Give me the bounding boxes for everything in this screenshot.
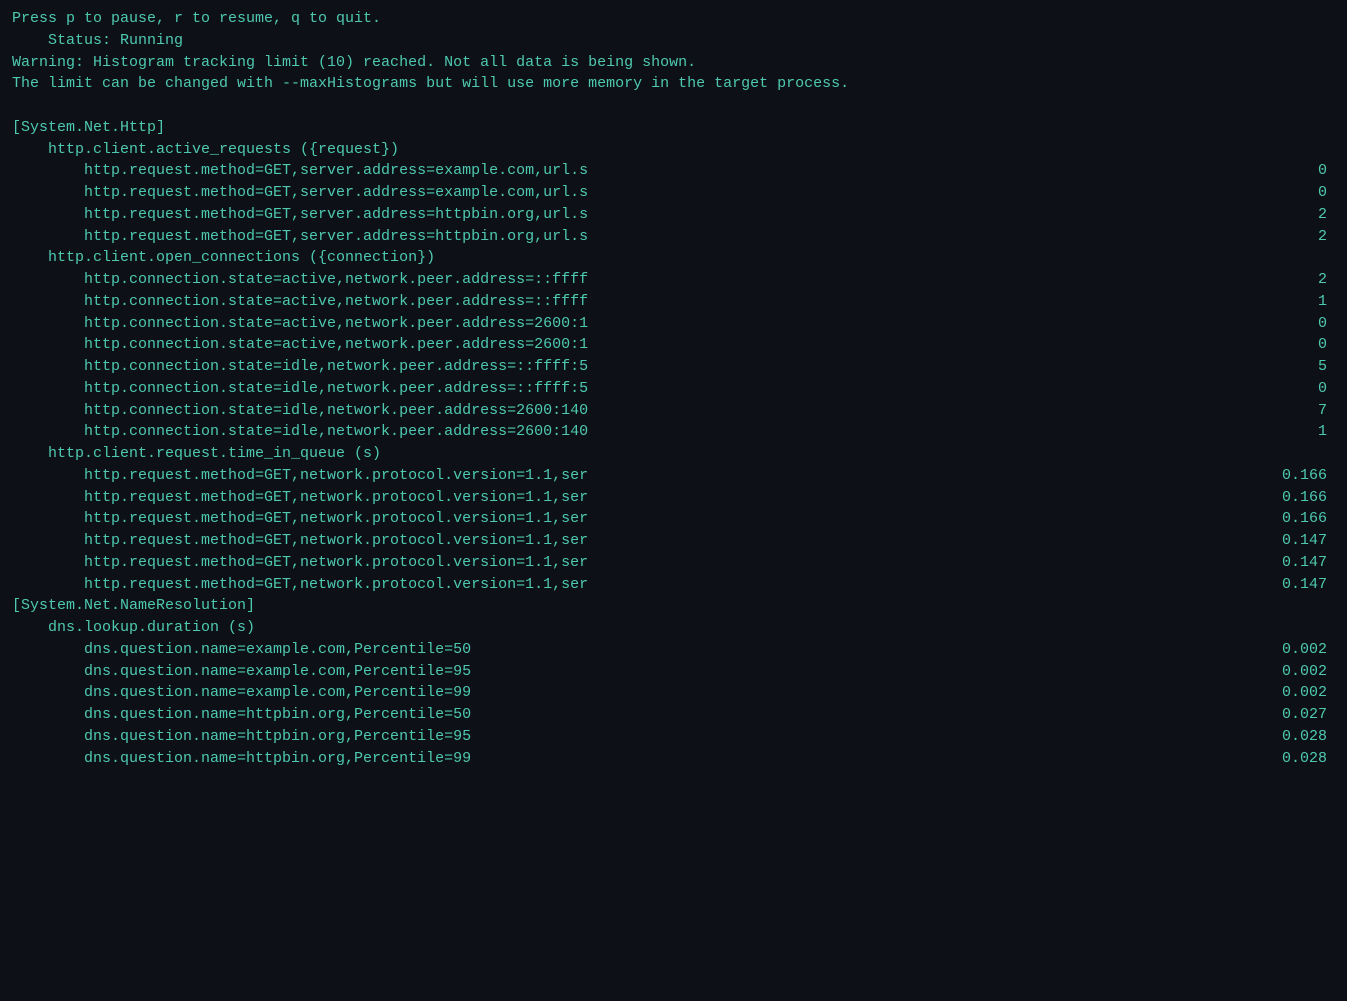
group-open-connections-label: http.client.open_connections ({connectio… — [12, 247, 1335, 269]
section-system-net-nameresolution: [System.Net.NameResolution] — [12, 595, 1335, 617]
header-line-1: Press p to pause, r to resume, q to quit… — [12, 8, 1335, 30]
dns-lookup-row-2: dns.question.name=example.com,Percentile… — [12, 682, 1335, 704]
time-in-queue-row-3: http.request.method=GET,network.protocol… — [12, 530, 1335, 552]
terminal-output: Press p to pause, r to resume, q to quit… — [12, 8, 1335, 769]
group-active-requests-label: http.client.active_requests ({request}) — [12, 139, 1335, 161]
dns-lookup-row-5: dns.question.name=httpbin.org,Percentile… — [12, 748, 1335, 770]
active-requests-row-2: http.request.method=GET,server.address=h… — [12, 204, 1335, 226]
time-in-queue-row-4: http.request.method=GET,network.protocol… — [12, 552, 1335, 574]
time-in-queue-row-0: http.request.method=GET,network.protocol… — [12, 465, 1335, 487]
open-connections-row-7: http.connection.state=idle,network.peer.… — [12, 421, 1335, 443]
active-requests-row-1: http.request.method=GET,server.address=e… — [12, 182, 1335, 204]
open-connections-row-4: http.connection.state=idle,network.peer.… — [12, 356, 1335, 378]
open-connections-row-0: http.connection.state=active,network.pee… — [12, 269, 1335, 291]
header-line-3: Warning: Histogram tracking limit (10) r… — [12, 52, 1335, 74]
open-connections-row-3: http.connection.state=active,network.pee… — [12, 334, 1335, 356]
dns-lookup-row-1: dns.question.name=example.com,Percentile… — [12, 661, 1335, 683]
time-in-queue-row-5: http.request.method=GET,network.protocol… — [12, 574, 1335, 596]
active-requests-row-0: http.request.method=GET,server.address=e… — [12, 160, 1335, 182]
open-connections-row-1: http.connection.state=active,network.pee… — [12, 291, 1335, 313]
blank-line-1 — [12, 95, 1335, 117]
dns-lookup-row-0: dns.question.name=example.com,Percentile… — [12, 639, 1335, 661]
active-requests-row-3: http.request.method=GET,server.address=h… — [12, 226, 1335, 248]
group-time-in-queue-label: http.client.request.time_in_queue (s) — [12, 443, 1335, 465]
group-dns-lookup-duration-label: dns.lookup.duration (s) — [12, 617, 1335, 639]
header-line-2: Status: Running — [12, 30, 1335, 52]
open-connections-row-5: http.connection.state=idle,network.peer.… — [12, 378, 1335, 400]
dns-lookup-row-4: dns.question.name=httpbin.org,Percentile… — [12, 726, 1335, 748]
open-connections-row-6: http.connection.state=idle,network.peer.… — [12, 400, 1335, 422]
open-connections-row-2: http.connection.state=active,network.pee… — [12, 313, 1335, 335]
time-in-queue-row-2: http.request.method=GET,network.protocol… — [12, 508, 1335, 530]
dns-lookup-row-3: dns.question.name=httpbin.org,Percentile… — [12, 704, 1335, 726]
time-in-queue-row-1: http.request.method=GET,network.protocol… — [12, 487, 1335, 509]
section-system-net-http: [System.Net.Http] — [12, 117, 1335, 139]
header-line-4: The limit can be changed with --maxHisto… — [12, 73, 1335, 95]
